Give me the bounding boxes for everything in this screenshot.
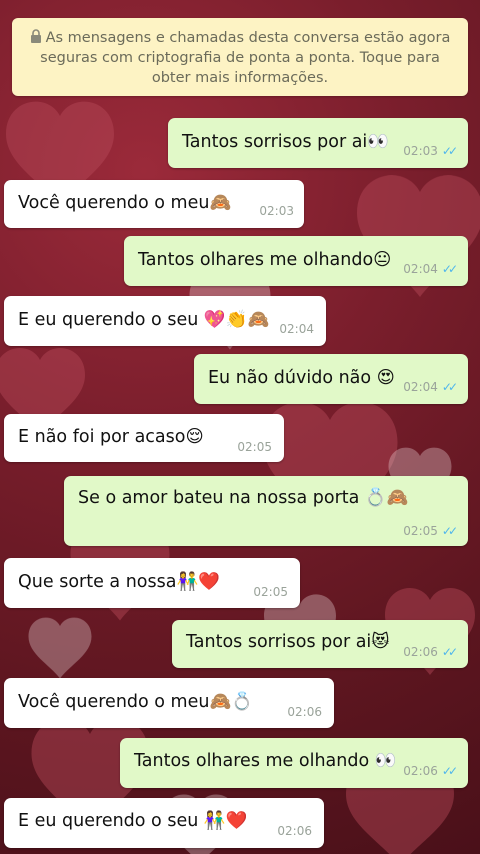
double-check-icon: ✓✓	[441, 144, 458, 158]
message-text: Você querendo o meu🙈	[18, 193, 232, 213]
double-check-icon: ✓✓	[441, 380, 458, 394]
message-text: Que sorte a nossa👫❤️	[18, 572, 221, 592]
double-check-icon: ✓✓	[441, 764, 458, 778]
message-time: 02:03	[259, 204, 294, 218]
message-time: 02:04	[403, 380, 438, 394]
double-check-icon: ✓✓	[441, 524, 458, 538]
message-text: Tantos olhares me olhando😐	[138, 250, 392, 270]
lock-icon	[30, 29, 41, 43]
message-time: 02:04	[403, 262, 438, 276]
message-text: Se o amor bateu na nossa porta 💍🙈	[78, 488, 409, 508]
message-time: 02:04	[279, 322, 314, 336]
message-time: 02:06	[403, 764, 438, 778]
message-time: 02:05	[253, 585, 288, 599]
message-bubble-incoming[interactable]: E eu querendo o seu 💖👏🙈 02:04	[4, 296, 326, 346]
message-text: Eu não dúvido não 😍	[208, 368, 395, 388]
message-bubble-outgoing[interactable]: Se o amor bateu na nossa porta 💍🙈 02:05 ✓…	[64, 476, 468, 546]
message-text: E eu querendo o seu 👫❤️	[18, 811, 248, 831]
message-bubble-incoming[interactable]: Você querendo o meu🙈 02:03	[4, 180, 304, 228]
message-text: Você querendo o meu🙈💍	[18, 692, 254, 712]
message-bubble-incoming[interactable]: Que sorte a nossa👫❤️ 02:05	[4, 558, 300, 608]
message-bubble-outgoing[interactable]: Tantos sorrisos por ai😻 02:06 ✓✓	[172, 620, 468, 668]
message-bubble-incoming[interactable]: Você querendo o meu🙈💍 02:06	[4, 678, 334, 728]
encryption-notice-text: As mensagens e chamadas desta conversa e…	[40, 30, 451, 86]
message-text: E não foi por acaso😌	[18, 427, 204, 447]
message-time: 02:05	[237, 440, 272, 454]
message-bubble-outgoing[interactable]: Tantos olhares me olhando😐 02:04 ✓✓	[124, 236, 468, 286]
message-time: 02:03	[403, 144, 438, 158]
double-check-icon: ✓✓	[441, 262, 458, 276]
message-text: Tantos olhares me olhando 👀	[134, 751, 397, 771]
message-bubble-outgoing[interactable]: Eu não dúvido não 😍 02:04 ✓✓	[194, 354, 468, 404]
message-text: Tantos sorrisos por ai👀	[182, 132, 390, 152]
message-bubble-incoming[interactable]: E não foi por acaso😌 02:05	[4, 414, 284, 462]
message-bubble-outgoing[interactable]: Tantos sorrisos por ai👀 02:03 ✓✓	[168, 118, 468, 168]
message-time: 02:06	[287, 705, 322, 719]
message-time: 02:06	[403, 645, 438, 659]
message-time: 02:05	[403, 524, 438, 538]
double-check-icon: ✓✓	[441, 645, 458, 659]
message-bubble-outgoing[interactable]: Tantos olhares me olhando 👀 02:06 ✓✓	[120, 738, 468, 788]
encryption-notice[interactable]: As mensagens e chamadas desta conversa e…	[12, 18, 468, 96]
message-time: 02:06	[277, 824, 312, 838]
message-text: Tantos sorrisos por ai😻	[186, 632, 390, 652]
message-bubble-incoming[interactable]: E eu querendo o seu 👫❤️ 02:06	[4, 798, 324, 848]
message-text: E eu querendo o seu 💖👏🙈	[18, 310, 270, 330]
